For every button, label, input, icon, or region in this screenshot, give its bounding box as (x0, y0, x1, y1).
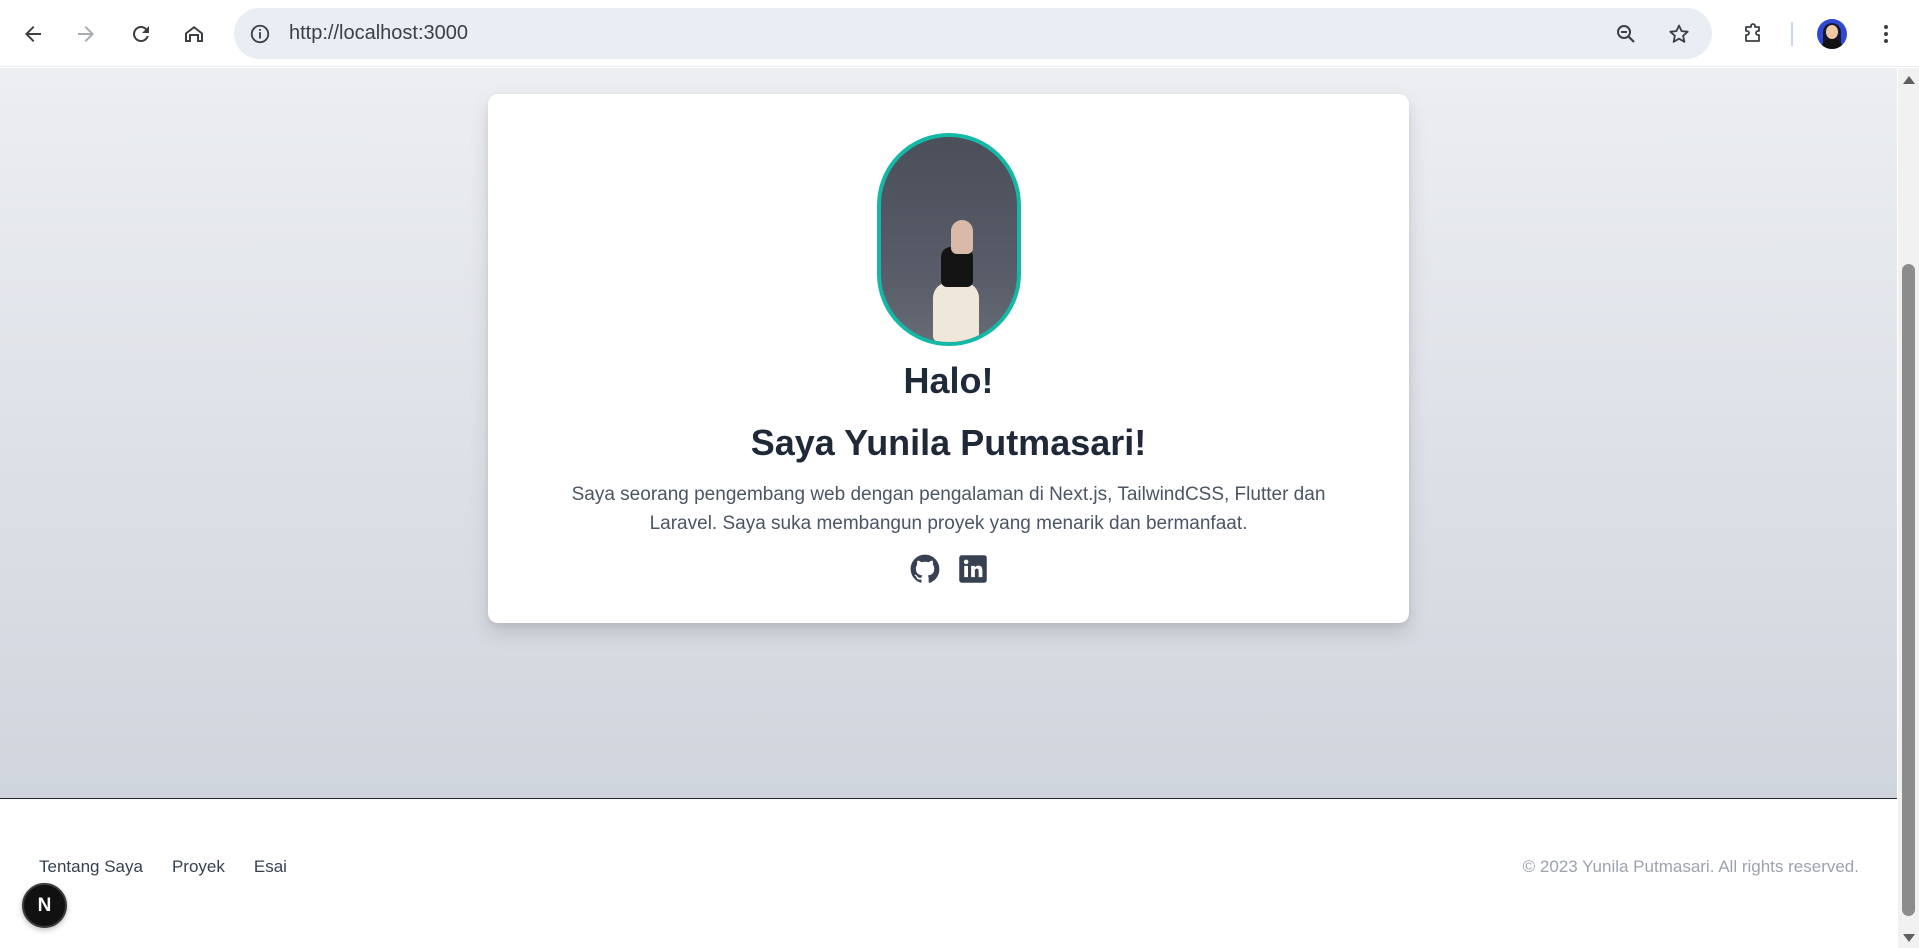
scroll-thumb[interactable] (1902, 264, 1915, 916)
site-info-button[interactable] (242, 16, 278, 52)
profile-photo (877, 133, 1021, 346)
zoom-out-icon (1617, 25, 1635, 43)
page-viewport: Halo! Saya Yunila Putmasari! Saya seoran… (0, 68, 1897, 948)
footer-link-tentang-saya[interactable]: Tentang Saya (39, 857, 143, 877)
kebab-menu-icon (1884, 25, 1888, 43)
address-bar[interactable] (234, 8, 1712, 59)
back-button[interactable] (11, 12, 55, 56)
bio-text: Saya seorang pengembang web dengan penga… (571, 484, 1326, 534)
greeting-heading: Halo! (903, 360, 994, 401)
reload-icon (133, 25, 149, 42)
photo-person-skirt (933, 282, 979, 342)
puzzle-icon (1745, 23, 1760, 42)
social-links (488, 554, 1409, 584)
info-icon (250, 24, 270, 44)
home-icon (185, 26, 203, 42)
browser-menu-button[interactable] (1864, 12, 1908, 56)
footer-link-esai[interactable]: Esai (254, 857, 287, 877)
github-link[interactable] (910, 554, 940, 584)
toolbar-divider (1791, 22, 1793, 46)
name-heading: Saya Yunila Putmasari! (750, 422, 1147, 463)
browser-toolbar (0, 0, 1919, 67)
url-input[interactable] (289, 8, 1589, 59)
site-footer: Tentang Saya Proyek Esai © 2023 Yunila P… (0, 800, 1897, 948)
photo-person-hijab (951, 220, 973, 254)
avatar-body (1822, 39, 1842, 49)
hero-section: Halo! Saya Yunila Putmasari! Saya seoran… (0, 68, 1897, 799)
copyright-text: © 2023 Yunila Putmasari. All rights rese… (1522, 857, 1859, 876)
zoom-button[interactable] (1608, 16, 1644, 52)
linkedin-link[interactable] (958, 554, 988, 584)
nextjs-badge-label: N (37, 894, 52, 916)
arrow-right-icon (78, 26, 94, 42)
footer-nav: Tentang Saya Proyek Esai (39, 857, 287, 877)
profile-avatar[interactable] (1817, 19, 1847, 49)
footer-link-proyek[interactable]: Proyek (172, 857, 225, 877)
home-button[interactable] (172, 12, 216, 56)
arrow-left-icon (25, 26, 41, 42)
scroll-up-arrow[interactable] (1903, 76, 1915, 84)
github-icon (910, 554, 939, 583)
avatar-face (1826, 25, 1838, 39)
profile-card: Halo! Saya Yunila Putmasari! Saya seoran… (488, 94, 1409, 623)
extensions-button[interactable] (1731, 12, 1775, 56)
bookmark-button[interactable] (1661, 16, 1697, 52)
nextjs-dev-badge[interactable]: N (22, 883, 67, 928)
star-icon (1669, 24, 1689, 43)
linkedin-icon (958, 555, 987, 583)
reload-button[interactable] (119, 12, 163, 56)
forward-button[interactable] (64, 12, 108, 56)
scroll-down-arrow[interactable] (1903, 934, 1915, 942)
page-scrollbar[interactable] (1898, 68, 1919, 948)
